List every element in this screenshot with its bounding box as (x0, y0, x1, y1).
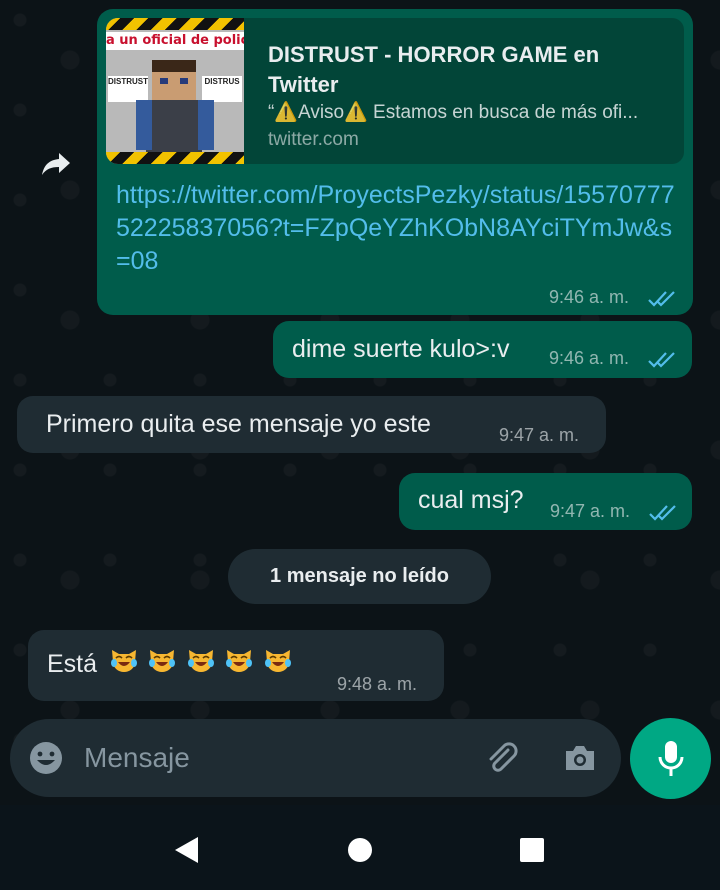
link-preview-description: “⚠️Aviso⚠️ Estamos en busca de más ofi..… (268, 102, 639, 123)
message-bubble-incoming[interactable]: Primero quita ese mensaje yo este 9:47 a… (17, 396, 606, 453)
message-bubble-incoming[interactable]: Está 9:48 a. m. (28, 630, 444, 701)
mic-icon[interactable] (630, 718, 711, 799)
thumbnail-character-eye-right (180, 78, 188, 84)
thumbnail-character-arm-left (136, 100, 152, 150)
thumbnail-character-body (146, 100, 202, 156)
link-preview-domain: twitter.com (268, 129, 359, 150)
read-ticks-icon (647, 350, 679, 375)
camera-icon[interactable] (560, 738, 600, 778)
cat-tears-of-joy-emoji-icon (187, 650, 214, 672)
message-text: dime suerte kulo>:v (292, 335, 510, 363)
message-composer (10, 719, 621, 797)
thumbnail-character-hair (152, 60, 196, 72)
message-bubble-outgoing[interactable]: dime suerte kulo>:v 9:46 a. m. (273, 321, 692, 378)
thumbnail-character-eye-left (160, 78, 168, 84)
attach-icon[interactable] (482, 738, 522, 778)
message-time: 9:47 a. m. (550, 501, 631, 521)
message-time: 9:47 a. m. (499, 425, 580, 445)
cat-tears-of-joy-emoji-icon (111, 650, 137, 672)
hazard-stripe-top (106, 18, 244, 30)
message-link-url[interactable]: https://twitter.com/ProyectsPezky/status… (116, 179, 676, 278)
hazard-stripe-bottom (106, 152, 244, 164)
link-preview-title: DISTRUST - HORROR GAME en Twitter (268, 42, 600, 97)
message-time: 9:46 a. m. (549, 287, 630, 307)
message-input[interactable] (84, 738, 384, 778)
link-preview-card[interactable]: a un oficial de policía DISTRUST DISTRUS… (106, 18, 684, 164)
read-ticks-icon (648, 503, 680, 528)
thumbnail-sign-left: DISTRUST (108, 76, 148, 102)
link-preview-thumbnail: a un oficial de policía DISTRUST DISTRUS (106, 18, 244, 164)
message-text: cual msj? (418, 486, 524, 514)
thumbnail-character-arm-right (198, 100, 214, 150)
message-bubble-outgoing[interactable]: cual msj? 9:47 a. m. (399, 473, 692, 530)
message-text: Primero quita ese mensaje yo este (46, 410, 431, 438)
message-text: Está (47, 650, 98, 678)
cat-tears-of-joy-emoji-icon (149, 650, 176, 672)
message-time: 9:46 a. m. (549, 348, 630, 368)
back-icon[interactable] (168, 832, 204, 868)
thumbnail-banner-text: a un oficial de policía (106, 32, 244, 50)
unread-messages-divider: 1 mensaje no leído (228, 549, 491, 604)
emoji-icon[interactable] (26, 738, 66, 778)
forward-icon[interactable] (38, 146, 74, 182)
home-icon[interactable] (342, 832, 378, 868)
cat-tears-of-joy-emoji-icon (264, 650, 291, 672)
cat-tears-of-joy-emoji-icon (226, 650, 253, 672)
link-message-bubble[interactable]: a un oficial de policía DISTRUST DISTRUS… (97, 9, 693, 315)
chat-area[interactable]: a un oficial de policía DISTRUST DISTRUS… (0, 0, 720, 805)
recents-icon[interactable] (514, 832, 550, 868)
read-ticks-icon (647, 289, 679, 314)
system-navigation-bar (0, 805, 720, 890)
thumbnail-sign-right: DISTRUS (202, 76, 242, 102)
emoji-row (108, 644, 296, 676)
message-time: 9:48 a. m. (337, 674, 418, 694)
